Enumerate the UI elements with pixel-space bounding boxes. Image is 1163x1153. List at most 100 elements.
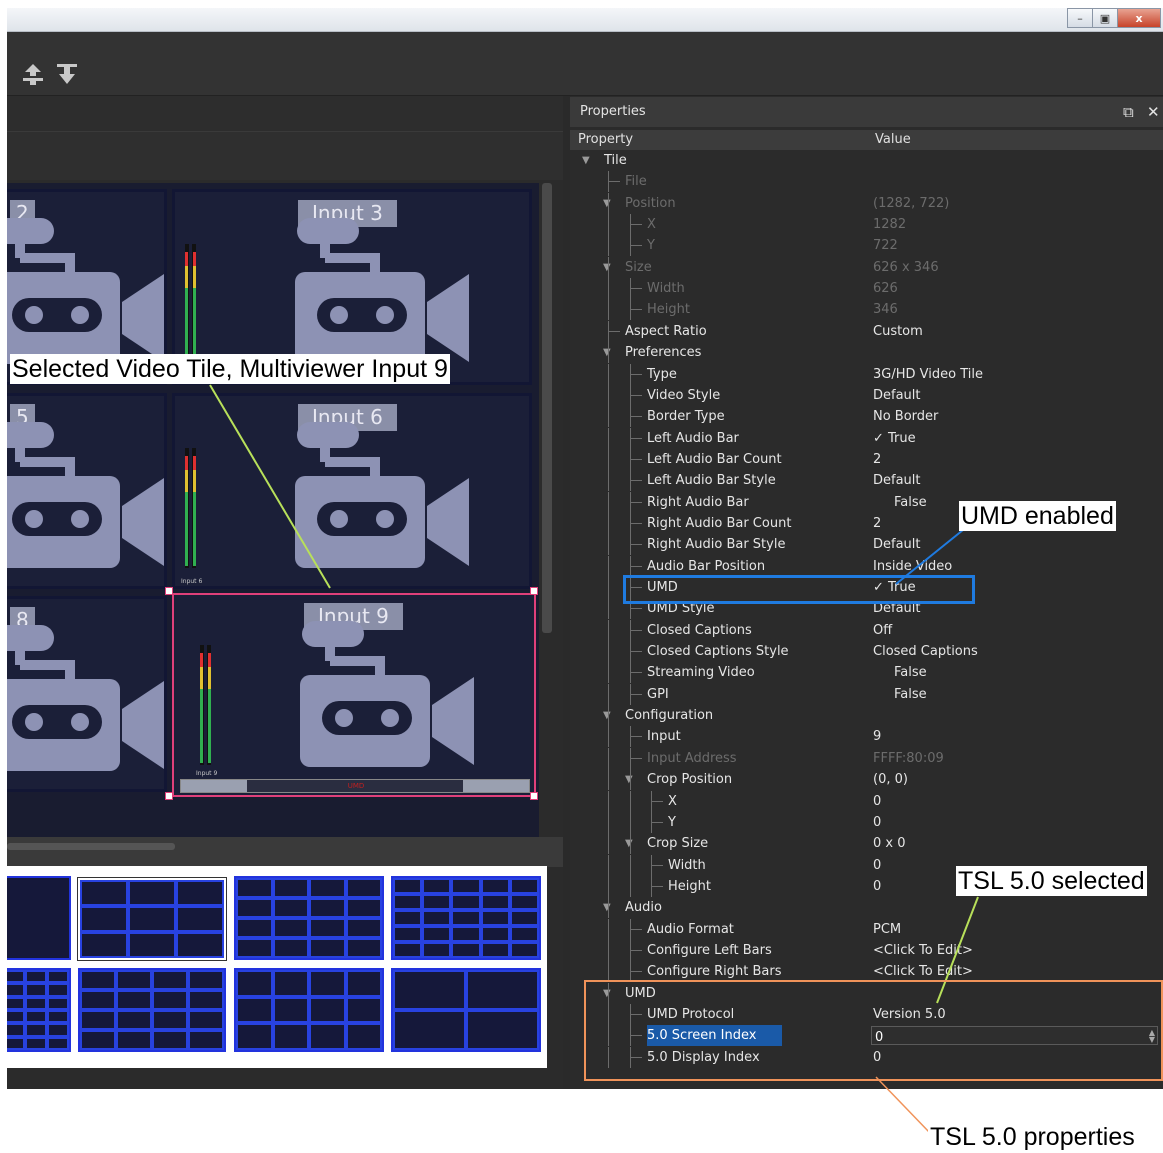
property-row-input-address[interactable]: Input Address FFFF:80:09	[570, 748, 1163, 769]
column-header-value[interactable]: Value	[875, 130, 911, 150]
property-row-x[interactable]: X0	[570, 791, 1163, 812]
property-row-closed-captions-style[interactable]: Closed Captions Style Closed Captions	[570, 641, 1163, 662]
resize-handle[interactable]	[530, 587, 538, 595]
close-panel-icon[interactable]: ✕	[1147, 97, 1160, 127]
property-value[interactable]: (1282, 722)	[873, 193, 949, 214]
selected-video-tile[interactable]: Input 9 Input 9 UMD	[172, 593, 536, 797]
property-row-streaming-video[interactable]: Streaming Video False	[570, 662, 1163, 683]
property-value[interactable]: 0	[873, 876, 881, 897]
layout-preset[interactable]	[234, 876, 384, 960]
property-value[interactable]: False	[894, 662, 927, 683]
property-row-tile[interactable]: ▼ Tile	[570, 150, 1163, 171]
layout-preset[interactable]	[391, 876, 541, 960]
property-row-left-audio-bar-style[interactable]: Left Audio Bar Style Default	[570, 470, 1163, 491]
property-row-size[interactable]: ▼ Size 626 x 346	[570, 257, 1163, 278]
video-tile[interactable]: 8	[7, 596, 167, 792]
float-panel-icon[interactable]: ⧉	[1123, 97, 1134, 127]
layout-preset[interactable]	[78, 968, 226, 1052]
property-value[interactable]: Inside Video	[873, 556, 952, 577]
property-row-audio-format[interactable]: Audio Format PCM	[570, 919, 1163, 940]
property-value[interactable]: No Border	[873, 406, 938, 427]
property-value[interactable]: 3G/HD Video Tile	[873, 364, 983, 385]
property-row-audio[interactable]: ▼ Audio	[570, 897, 1163, 918]
layout-preset[interactable]	[7, 876, 71, 960]
property-value[interactable]: PCM	[873, 919, 901, 940]
resize-handle[interactable]	[530, 792, 538, 800]
multiviewer-canvas[interactable]: 2 Input 3 5 Input 6 Input 6 8 Input 9 In…	[7, 183, 539, 837]
property-value[interactable]: Off	[873, 620, 892, 641]
property-row-y[interactable]: Y 722	[570, 235, 1163, 256]
video-tile[interactable]: 5	[7, 393, 167, 589]
property-value[interactable]: Default	[873, 470, 921, 491]
property-value[interactable]: Default	[873, 385, 921, 406]
property-row-height[interactable]: Height 346	[570, 299, 1163, 320]
property-row-aspect-ratio[interactable]: Aspect Ratio Custom	[570, 321, 1163, 342]
layout-preset[interactable]	[234, 968, 384, 1052]
property-value[interactable]: 0 x 0	[873, 833, 906, 854]
canvas-horizontal-scrollbar[interactable]	[7, 843, 175, 850]
property-row-x[interactable]: X 1282	[570, 214, 1163, 235]
expand-triangle-icon[interactable]: ▼	[625, 769, 633, 790]
property-value[interactable]: FFFF:80:09	[873, 748, 944, 769]
expand-triangle-icon[interactable]: ▼	[603, 193, 611, 214]
property-value[interactable]: <Click To Edit>	[873, 961, 973, 982]
property-row-crop-position[interactable]: ▼ Crop Position (0, 0)	[570, 769, 1163, 790]
property-value[interactable]: <Click To Edit>	[873, 940, 973, 961]
property-value[interactable]: 1282	[873, 214, 906, 235]
property-value[interactable]: 626	[873, 278, 898, 299]
expand-triangle-icon[interactable]: ▼	[582, 150, 590, 171]
property-row-crop-size[interactable]: ▼ Crop Size 0 x 0	[570, 833, 1163, 854]
layout-preset[interactable]	[7, 968, 71, 1052]
video-tile[interactable]: Input 6 Input 6	[172, 393, 532, 589]
property-row-border-type[interactable]: Border Type No Border	[570, 406, 1163, 427]
property-value[interactable]: 626 x 346	[873, 257, 939, 278]
close-button[interactable]: x	[1117, 8, 1161, 28]
canvas-vertical-scrollbar[interactable]	[542, 183, 552, 633]
expand-triangle-icon[interactable]: ▼	[603, 342, 611, 363]
property-row-left-audio-bar-count[interactable]: Left Audio Bar Count 2	[570, 449, 1163, 470]
layout-preset-selected[interactable]	[77, 877, 227, 961]
maximize-button[interactable]: ▣	[1092, 8, 1118, 28]
property-row-right-audio-bar-style[interactable]: Right Audio Bar Style Default	[570, 534, 1163, 555]
property-row-video-style[interactable]: Video Style Default	[570, 385, 1163, 406]
property-row-width[interactable]: Width 626	[570, 278, 1163, 299]
property-value[interactable]: Custom	[873, 321, 923, 342]
property-row-configure-right-bars[interactable]: Configure Right Bars <Click To Edit>	[570, 961, 1163, 982]
download-icon[interactable]	[55, 62, 79, 86]
resize-handle[interactable]	[165, 587, 173, 595]
upload-icon[interactable]	[21, 62, 45, 86]
expand-triangle-icon[interactable]: ▼	[603, 705, 611, 726]
property-row-closed-captions[interactable]: Closed Captions Off	[570, 620, 1163, 641]
property-value[interactable]: (0, 0)	[873, 769, 908, 790]
property-value[interactable]: 722	[873, 235, 898, 256]
property-value[interactable]: Closed Captions	[873, 641, 978, 662]
property-value[interactable]: ✓ True	[873, 428, 916, 449]
property-row-input[interactable]: Input 9	[570, 726, 1163, 747]
property-value[interactable]: 2	[873, 513, 881, 534]
property-value[interactable]: Default	[873, 534, 921, 555]
resize-handle[interactable]	[165, 792, 173, 800]
property-row-audio-bar-position[interactable]: Audio Bar Position Inside Video	[570, 556, 1163, 577]
minimize-button[interactable]: –	[1067, 8, 1093, 28]
property-value[interactable]: 2	[873, 449, 881, 470]
property-value[interactable]: 346	[873, 299, 898, 320]
property-row-file[interactable]: File	[570, 171, 1163, 192]
property-value[interactable]: False	[894, 492, 927, 513]
column-header-property[interactable]: Property	[578, 130, 633, 150]
property-value[interactable]: 0	[873, 855, 881, 876]
expand-triangle-icon[interactable]: ▼	[625, 833, 633, 854]
layout-preset[interactable]	[391, 968, 541, 1052]
property-row-left-audio-bar[interactable]: Left Audio Bar ✓ True	[570, 428, 1163, 449]
property-value[interactable]: 0	[873, 812, 881, 833]
expand-triangle-icon[interactable]: ▼	[603, 897, 611, 918]
property-value[interactable]: False	[894, 684, 927, 705]
property-value[interactable]: 9	[873, 726, 881, 747]
property-row-position[interactable]: ▼ Position (1282, 722)	[570, 193, 1163, 214]
property-row-preferences[interactable]: ▼ Preferences	[570, 342, 1163, 363]
property-row-gpi[interactable]: GPI False	[570, 684, 1163, 705]
property-row-configure-left-bars[interactable]: Configure Left Bars <Click To Edit>	[570, 940, 1163, 961]
property-row-y[interactable]: Y0	[570, 812, 1163, 833]
property-value[interactable]: 0	[873, 791, 881, 812]
property-row-configuration[interactable]: ▼ Configuration	[570, 705, 1163, 726]
expand-triangle-icon[interactable]: ▼	[603, 257, 611, 278]
